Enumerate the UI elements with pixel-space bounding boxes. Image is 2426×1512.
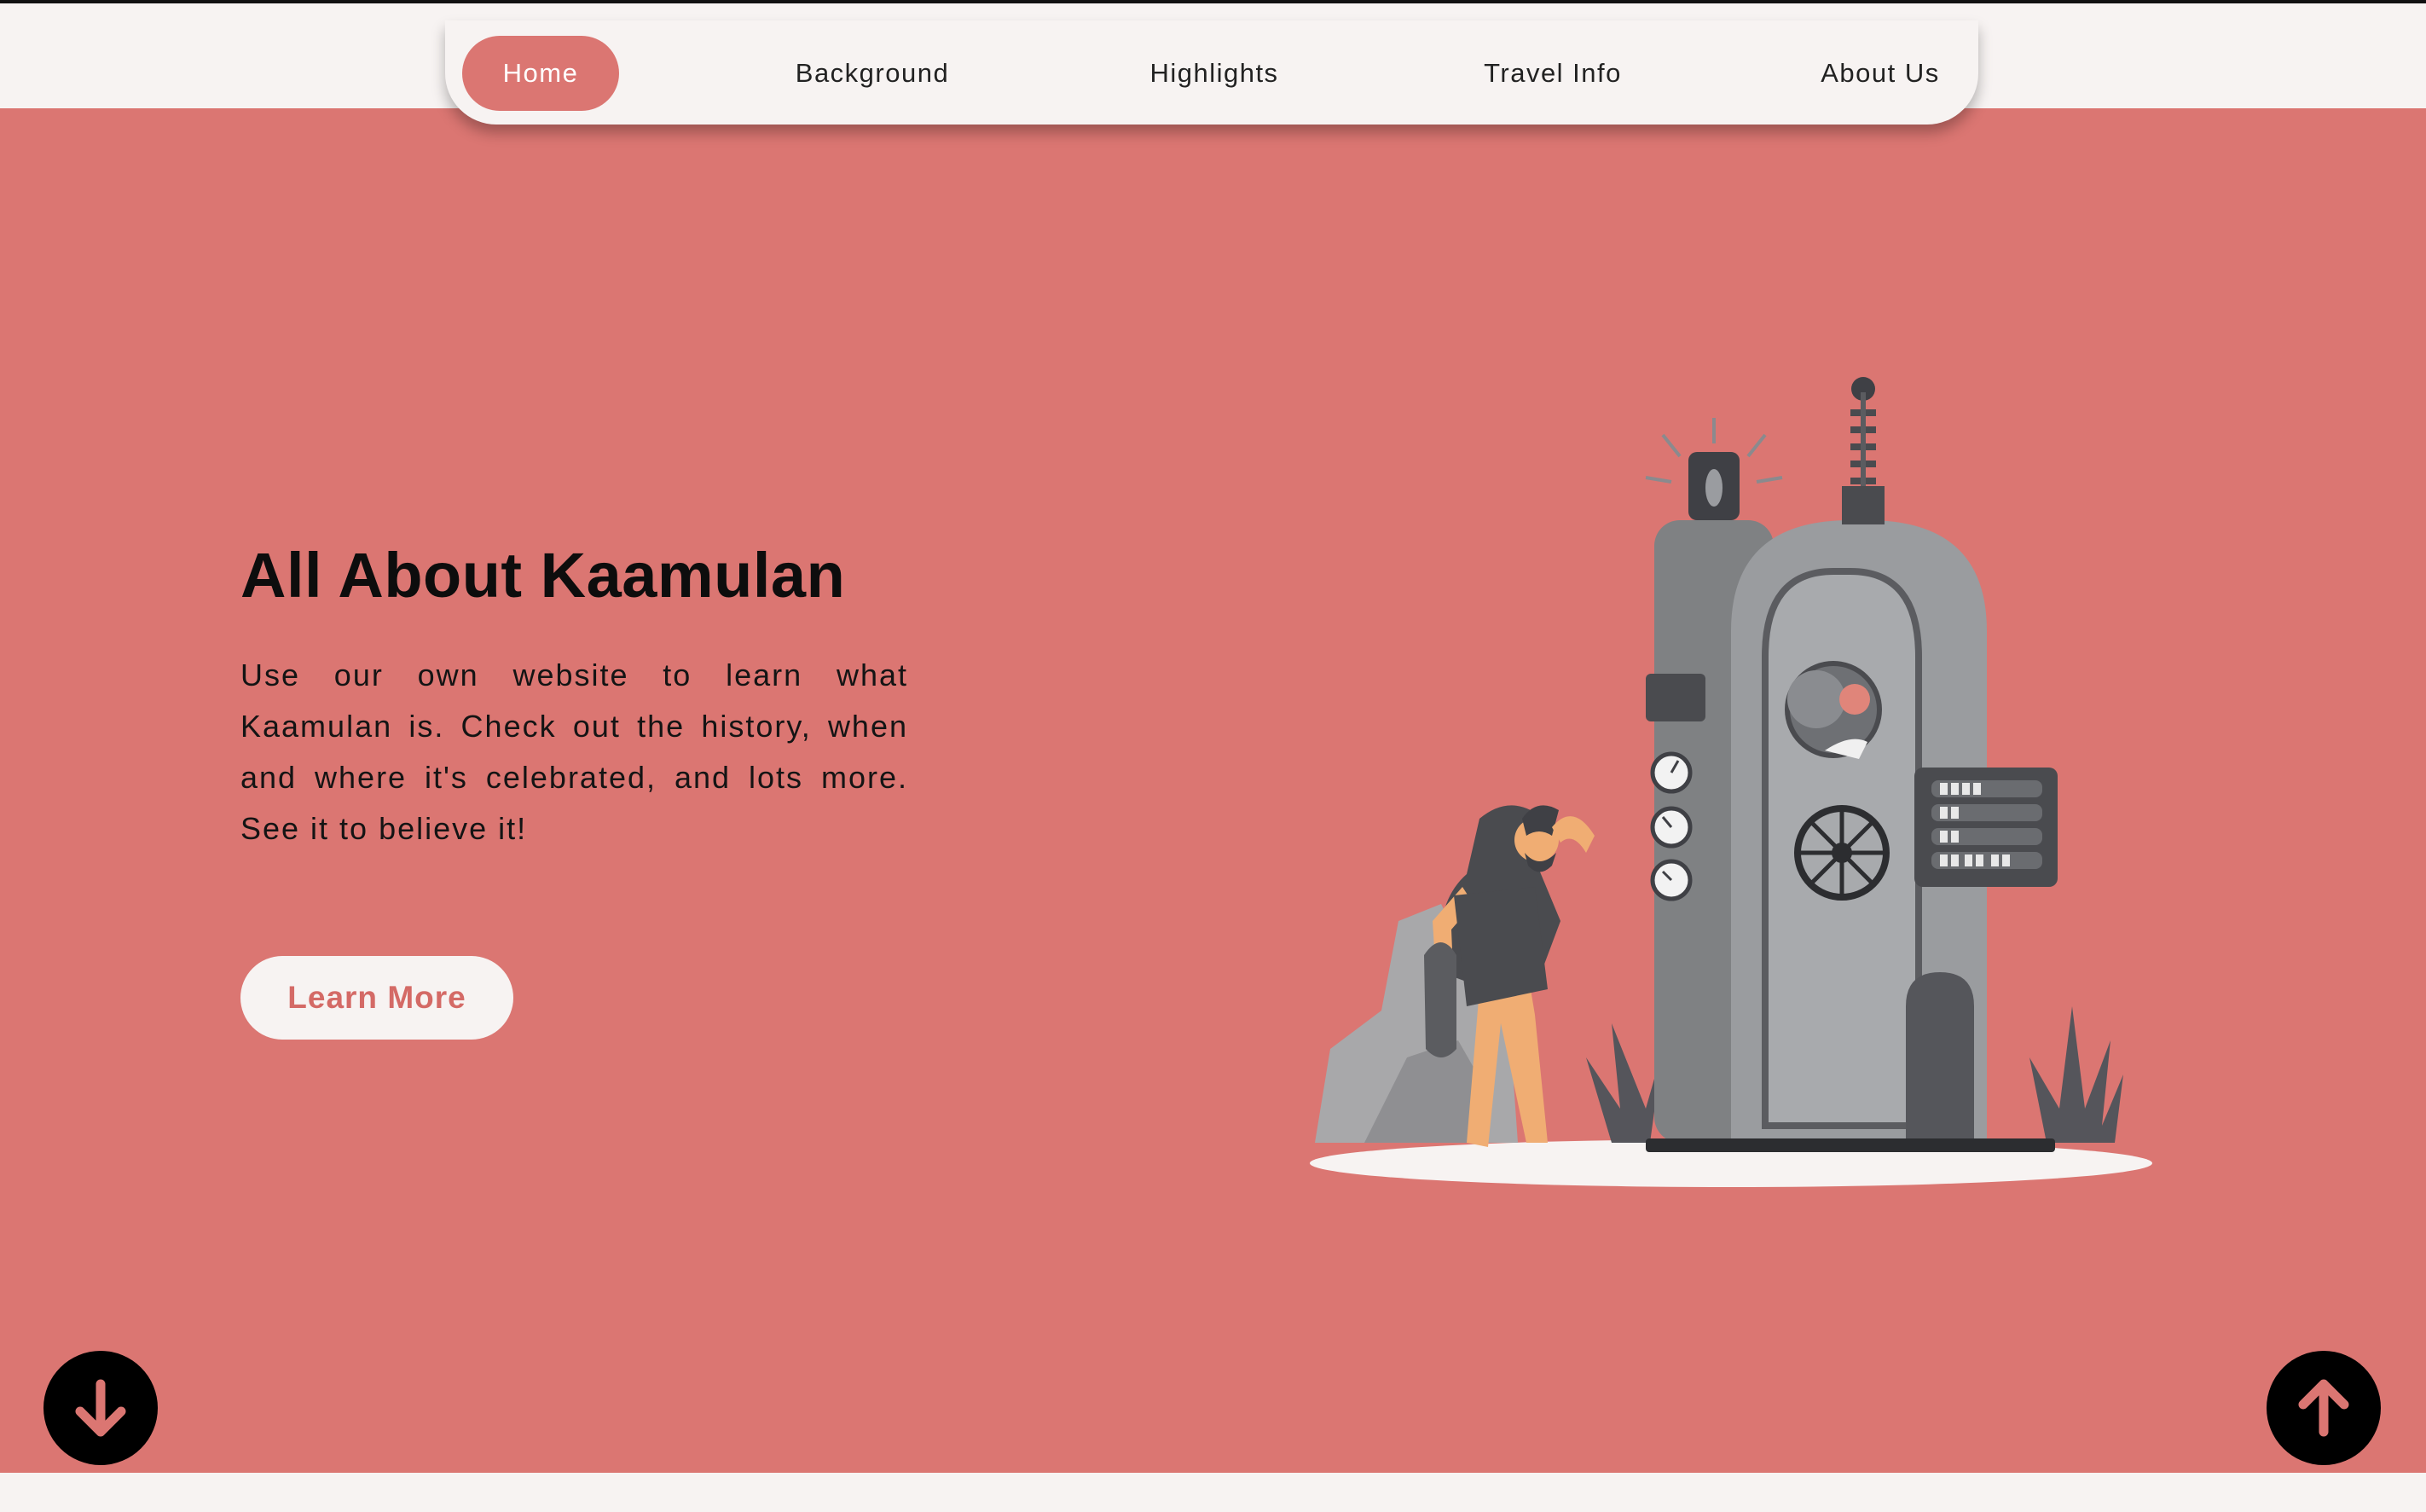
nav-item-home[interactable]: Home bbox=[462, 36, 619, 111]
learn-more-button[interactable]: Learn More bbox=[240, 956, 513, 1040]
caveman-time-machine-illustration bbox=[1310, 377, 2152, 1187]
hero-description: Use our own website to learn what Kaamul… bbox=[240, 658, 908, 846]
nav-item-about-us[interactable]: About Us bbox=[1775, 36, 1985, 111]
arrow-up-icon bbox=[2298, 1379, 2349, 1437]
scroll-down-button[interactable] bbox=[43, 1351, 158, 1465]
page-title: All About Kaamulan bbox=[240, 540, 846, 611]
bottom-edge bbox=[0, 1473, 2426, 1512]
main-nav: Home Background Highlights Travel Info A… bbox=[445, 20, 1978, 125]
nav-item-travel-info[interactable]: Travel Info bbox=[1441, 36, 1665, 111]
scroll-up-button[interactable] bbox=[2267, 1351, 2381, 1465]
nav-item-background[interactable]: Background bbox=[744, 36, 1001, 111]
arrow-down-icon bbox=[75, 1379, 126, 1437]
nav-item-highlights[interactable]: Highlights bbox=[1102, 36, 1327, 111]
page: Home Background Highlights Travel Info A… bbox=[0, 0, 2426, 1512]
